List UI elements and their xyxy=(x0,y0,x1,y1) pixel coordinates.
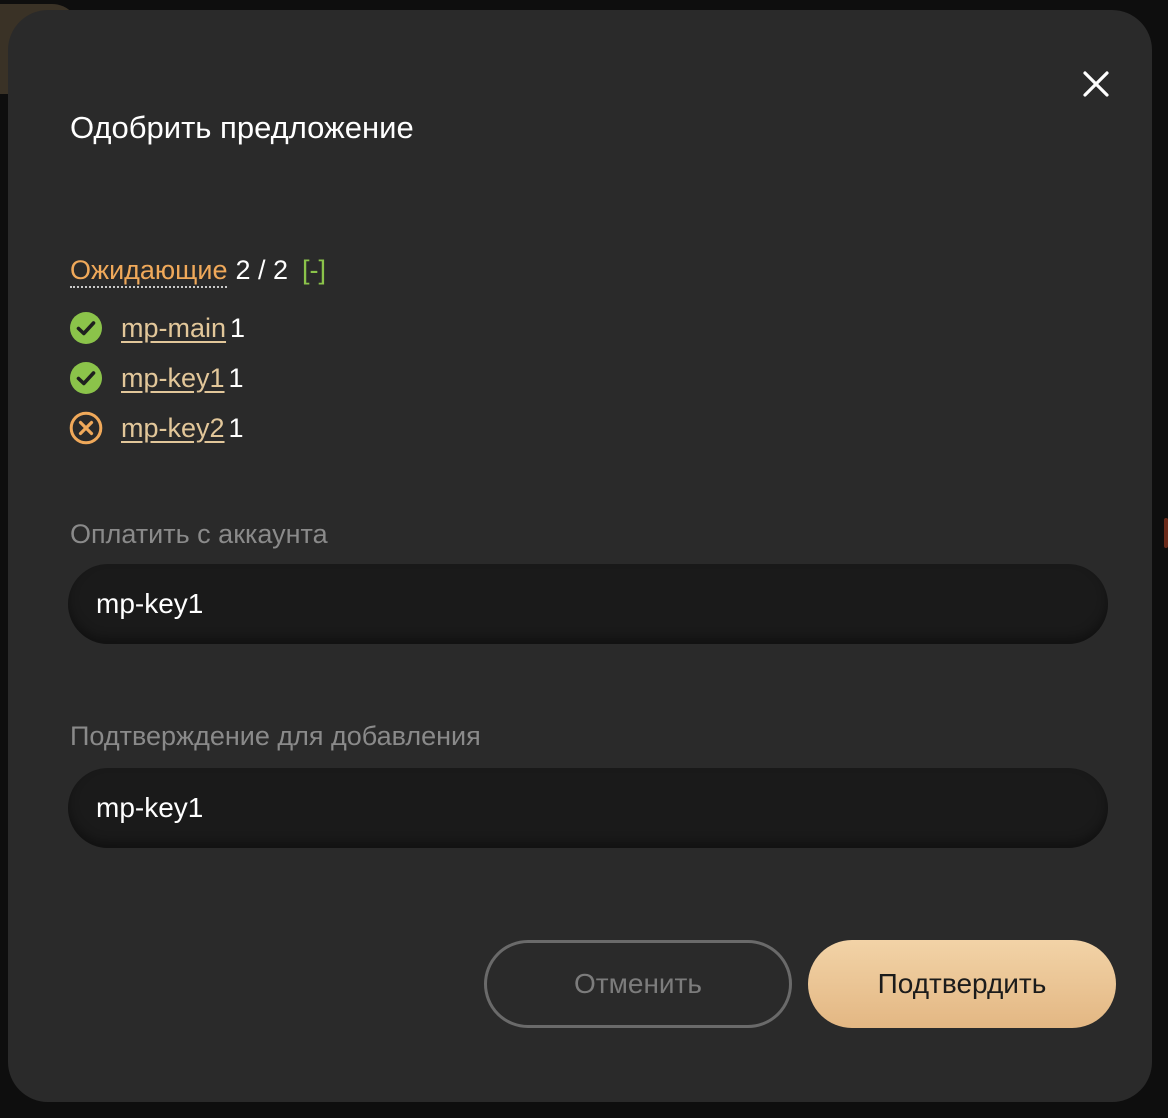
modal-title: Одобрить предложение xyxy=(70,110,414,145)
collapse-toggle[interactable]: [-] xyxy=(302,255,326,285)
close-icon xyxy=(1083,71,1109,97)
signer-weight: 1 xyxy=(228,412,244,443)
pending-signatures: Ожидающие 2 / 2 [-] xyxy=(70,252,326,288)
check-circle-icon xyxy=(68,310,104,346)
signer-weight: 1 xyxy=(230,312,246,343)
signer-weight: 1 xyxy=(228,362,244,393)
close-button[interactable] xyxy=(1074,62,1118,106)
signer-link-mp-key2[interactable]: mp-key2 xyxy=(121,413,225,444)
pay-from-label: Оплатить с аккаунта xyxy=(70,519,328,549)
pending-count: 2 / 2 xyxy=(235,255,289,285)
background-fragment-red xyxy=(1164,518,1168,548)
pay-from-select[interactable]: mp-key1 xyxy=(68,564,1108,644)
check-circle-icon xyxy=(68,360,104,396)
confirm-add-select[interactable]: mp-key1 xyxy=(68,768,1108,848)
confirm-add-label: Подтверждение для добавления xyxy=(70,721,481,751)
signer-link-mp-key1[interactable]: mp-key1 xyxy=(121,363,225,394)
x-circle-icon xyxy=(68,410,104,446)
signer-link-mp-main[interactable]: mp-main xyxy=(121,313,226,344)
pending-label[interactable]: Ожидающие xyxy=(70,255,228,288)
confirm-button[interactable]: Подтвердить xyxy=(808,940,1116,1028)
background-fragment xyxy=(0,300,8,324)
approve-proposal-modal: Одобрить предложение Ожидающие 2 / 2 [-] m… xyxy=(8,10,1152,1102)
signer-item: mp-key1 1 xyxy=(68,360,244,396)
signer-item: mp-key2 1 xyxy=(68,410,244,446)
cancel-button[interactable]: Отменить xyxy=(484,940,792,1028)
signer-item: mp-main 1 xyxy=(68,310,245,346)
